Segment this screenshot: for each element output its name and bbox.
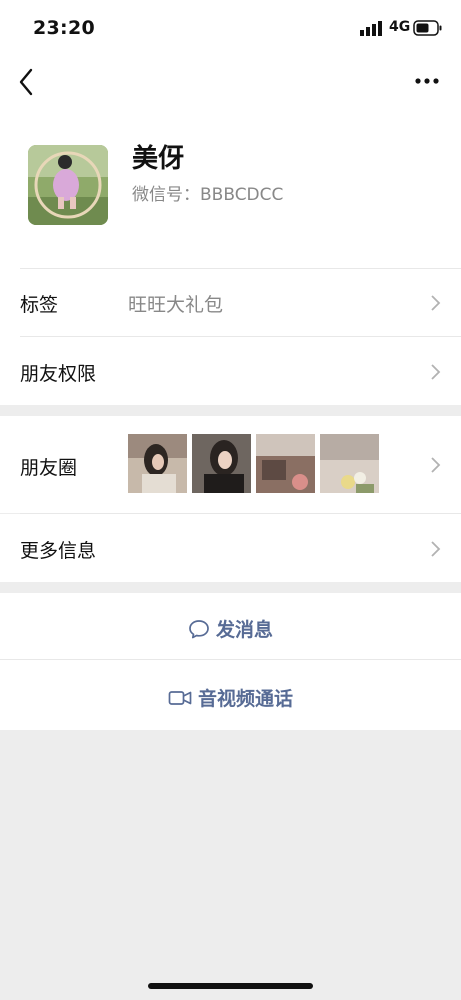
home-indicator[interactable] xyxy=(148,983,313,989)
tags-value: 旺旺大礼包 xyxy=(128,294,224,316)
video-call-button[interactable]: 音视频通话 xyxy=(0,660,461,730)
video-call-label: 音视频通话 xyxy=(197,688,293,710)
send-message-button[interactable]: 发消息 xyxy=(0,593,461,659)
more-info-label: 更多信息 xyxy=(20,540,97,562)
chat-bubble-icon xyxy=(189,620,209,639)
moments-photo-1[interactable] xyxy=(128,434,187,493)
chevron-right-icon xyxy=(431,457,441,473)
contact-nickname: 美伢 xyxy=(132,144,185,174)
moments-photo-3[interactable] xyxy=(256,434,315,493)
avatar[interactable] xyxy=(28,145,108,225)
status-time: 23:20 xyxy=(33,17,95,39)
back-arrow-icon[interactable] xyxy=(12,64,42,100)
moments-label: 朋友圈 xyxy=(20,457,78,479)
permissions-label: 朋友权限 xyxy=(20,363,97,385)
network-type: 4G xyxy=(389,19,411,35)
chevron-right-icon xyxy=(431,295,441,311)
moments-photo-4[interactable] xyxy=(320,434,379,493)
wechat-id: 微信号：BBBCDCC xyxy=(132,185,284,205)
status-bar: 23:20 4G xyxy=(0,0,461,58)
send-message-label: 发消息 xyxy=(215,619,273,641)
tags-label: 标签 xyxy=(20,294,59,316)
signal-icon xyxy=(360,21,382,36)
tags-row[interactable]: 标签 旺旺大礼包 xyxy=(0,269,461,337)
battery-icon xyxy=(413,20,442,36)
more-dots-icon[interactable] xyxy=(410,70,444,92)
permissions-row[interactable]: 朋友权限 xyxy=(0,337,461,405)
video-camera-icon xyxy=(168,691,192,705)
chevron-right-icon xyxy=(431,364,441,380)
more-info-row[interactable]: 更多信息 xyxy=(0,514,461,582)
moments-photo-2[interactable] xyxy=(192,434,251,493)
chevron-right-icon xyxy=(431,541,441,557)
